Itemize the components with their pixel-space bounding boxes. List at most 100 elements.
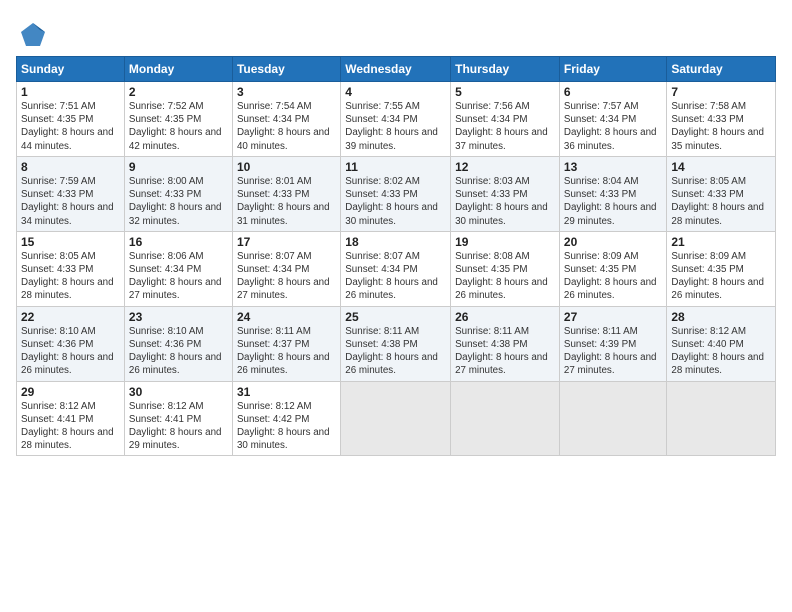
day-number: 19 [455,235,555,249]
day-number: 10 [237,160,336,174]
day-number: 31 [237,385,336,399]
day-info: Sunrise: 8:07 AM Sunset: 4:34 PM Dayligh… [237,250,336,303]
weekday-header-tuesday: Tuesday [232,57,340,82]
day-number: 29 [21,385,120,399]
week-row-5: 29 Sunrise: 8:12 AM Sunset: 4:41 PM Dayl… [17,381,776,456]
day-info: Sunrise: 8:11 AM Sunset: 4:38 PM Dayligh… [455,325,555,378]
day-info: Sunrise: 8:10 AM Sunset: 4:36 PM Dayligh… [21,325,120,378]
day-info: Sunrise: 7:56 AM Sunset: 4:34 PM Dayligh… [455,100,555,153]
day-info: Sunrise: 8:06 AM Sunset: 4:34 PM Dayligh… [129,250,228,303]
calendar-cell: 20 Sunrise: 8:09 AM Sunset: 4:35 PM Dayl… [559,231,666,306]
day-info: Sunrise: 8:11 AM Sunset: 4:38 PM Dayligh… [345,325,446,378]
calendar-cell [667,381,776,456]
day-number: 24 [237,310,336,324]
day-number: 30 [129,385,228,399]
weekday-header-row: SundayMondayTuesdayWednesdayThursdayFrid… [17,57,776,82]
calendar-cell: 21 Sunrise: 8:09 AM Sunset: 4:35 PM Dayl… [667,231,776,306]
week-row-1: 1 Sunrise: 7:51 AM Sunset: 4:35 PM Dayli… [17,82,776,157]
day-info: Sunrise: 7:55 AM Sunset: 4:34 PM Dayligh… [345,100,446,153]
day-info: Sunrise: 8:05 AM Sunset: 4:33 PM Dayligh… [671,175,771,228]
day-info: Sunrise: 8:07 AM Sunset: 4:34 PM Dayligh… [345,250,446,303]
day-info: Sunrise: 8:12 AM Sunset: 4:41 PM Dayligh… [129,400,228,453]
day-number: 1 [21,85,120,99]
calendar: SundayMondayTuesdayWednesdayThursdayFrid… [16,56,776,456]
calendar-cell: 24 Sunrise: 8:11 AM Sunset: 4:37 PM Dayl… [232,306,340,381]
weekday-header-saturday: Saturday [667,57,776,82]
day-info: Sunrise: 8:12 AM Sunset: 4:41 PM Dayligh… [21,400,120,453]
calendar-cell: 13 Sunrise: 8:04 AM Sunset: 4:33 PM Dayl… [559,156,666,231]
calendar-cell: 17 Sunrise: 8:07 AM Sunset: 4:34 PM Dayl… [232,231,340,306]
weekday-header-wednesday: Wednesday [341,57,451,82]
calendar-cell: 26 Sunrise: 8:11 AM Sunset: 4:38 PM Dayl… [451,306,560,381]
day-number: 26 [455,310,555,324]
calendar-cell: 5 Sunrise: 7:56 AM Sunset: 4:34 PM Dayli… [451,82,560,157]
header [16,16,776,50]
day-info: Sunrise: 7:59 AM Sunset: 4:33 PM Dayligh… [21,175,120,228]
day-info: Sunrise: 8:04 AM Sunset: 4:33 PM Dayligh… [564,175,662,228]
calendar-cell [451,381,560,456]
week-row-3: 15 Sunrise: 8:05 AM Sunset: 4:33 PM Dayl… [17,231,776,306]
day-number: 22 [21,310,120,324]
calendar-cell: 2 Sunrise: 7:52 AM Sunset: 4:35 PM Dayli… [124,82,232,157]
day-info: Sunrise: 8:09 AM Sunset: 4:35 PM Dayligh… [564,250,662,303]
calendar-cell: 16 Sunrise: 8:06 AM Sunset: 4:34 PM Dayl… [124,231,232,306]
day-number: 8 [21,160,120,174]
logo-icon [18,20,48,50]
day-number: 5 [455,85,555,99]
day-number: 2 [129,85,228,99]
calendar-cell: 25 Sunrise: 8:11 AM Sunset: 4:38 PM Dayl… [341,306,451,381]
day-info: Sunrise: 8:12 AM Sunset: 4:40 PM Dayligh… [671,325,771,378]
day-info: Sunrise: 7:58 AM Sunset: 4:33 PM Dayligh… [671,100,771,153]
calendar-cell: 23 Sunrise: 8:10 AM Sunset: 4:36 PM Dayl… [124,306,232,381]
logo-text [16,20,48,50]
day-number: 25 [345,310,446,324]
calendar-cell: 4 Sunrise: 7:55 AM Sunset: 4:34 PM Dayli… [341,82,451,157]
day-number: 9 [129,160,228,174]
calendar-cell: 10 Sunrise: 8:01 AM Sunset: 4:33 PM Dayl… [232,156,340,231]
weekday-header-sunday: Sunday [17,57,125,82]
day-info: Sunrise: 8:01 AM Sunset: 4:33 PM Dayligh… [237,175,336,228]
day-number: 16 [129,235,228,249]
day-number: 15 [21,235,120,249]
day-number: 27 [564,310,662,324]
calendar-cell: 29 Sunrise: 8:12 AM Sunset: 4:41 PM Dayl… [17,381,125,456]
calendar-cell: 28 Sunrise: 8:12 AM Sunset: 4:40 PM Dayl… [667,306,776,381]
day-number: 6 [564,85,662,99]
day-info: Sunrise: 8:10 AM Sunset: 4:36 PM Dayligh… [129,325,228,378]
day-number: 17 [237,235,336,249]
weekday-header-monday: Monday [124,57,232,82]
logo [16,20,48,50]
calendar-cell: 7 Sunrise: 7:58 AM Sunset: 4:33 PM Dayli… [667,82,776,157]
calendar-cell: 9 Sunrise: 8:00 AM Sunset: 4:33 PM Dayli… [124,156,232,231]
calendar-cell: 15 Sunrise: 8:05 AM Sunset: 4:33 PM Dayl… [17,231,125,306]
week-row-2: 8 Sunrise: 7:59 AM Sunset: 4:33 PM Dayli… [17,156,776,231]
day-number: 12 [455,160,555,174]
day-number: 28 [671,310,771,324]
day-number: 14 [671,160,771,174]
calendar-cell: 12 Sunrise: 8:03 AM Sunset: 4:33 PM Dayl… [451,156,560,231]
calendar-cell [341,381,451,456]
day-number: 7 [671,85,771,99]
calendar-cell: 18 Sunrise: 8:07 AM Sunset: 4:34 PM Dayl… [341,231,451,306]
day-info: Sunrise: 8:11 AM Sunset: 4:39 PM Dayligh… [564,325,662,378]
calendar-cell: 6 Sunrise: 7:57 AM Sunset: 4:34 PM Dayli… [559,82,666,157]
day-info: Sunrise: 8:02 AM Sunset: 4:33 PM Dayligh… [345,175,446,228]
day-info: Sunrise: 8:00 AM Sunset: 4:33 PM Dayligh… [129,175,228,228]
day-info: Sunrise: 8:12 AM Sunset: 4:42 PM Dayligh… [237,400,336,453]
day-number: 18 [345,235,446,249]
weekday-header-thursday: Thursday [451,57,560,82]
calendar-cell: 11 Sunrise: 8:02 AM Sunset: 4:33 PM Dayl… [341,156,451,231]
day-number: 13 [564,160,662,174]
day-number: 4 [345,85,446,99]
day-number: 3 [237,85,336,99]
calendar-cell: 8 Sunrise: 7:59 AM Sunset: 4:33 PM Dayli… [17,156,125,231]
day-info: Sunrise: 7:57 AM Sunset: 4:34 PM Dayligh… [564,100,662,153]
day-info: Sunrise: 7:51 AM Sunset: 4:35 PM Dayligh… [21,100,120,153]
day-number: 23 [129,310,228,324]
day-number: 20 [564,235,662,249]
page: SundayMondayTuesdayWednesdayThursdayFrid… [0,0,792,612]
calendar-cell [559,381,666,456]
weekday-header-friday: Friday [559,57,666,82]
day-info: Sunrise: 8:09 AM Sunset: 4:35 PM Dayligh… [671,250,771,303]
week-row-4: 22 Sunrise: 8:10 AM Sunset: 4:36 PM Dayl… [17,306,776,381]
